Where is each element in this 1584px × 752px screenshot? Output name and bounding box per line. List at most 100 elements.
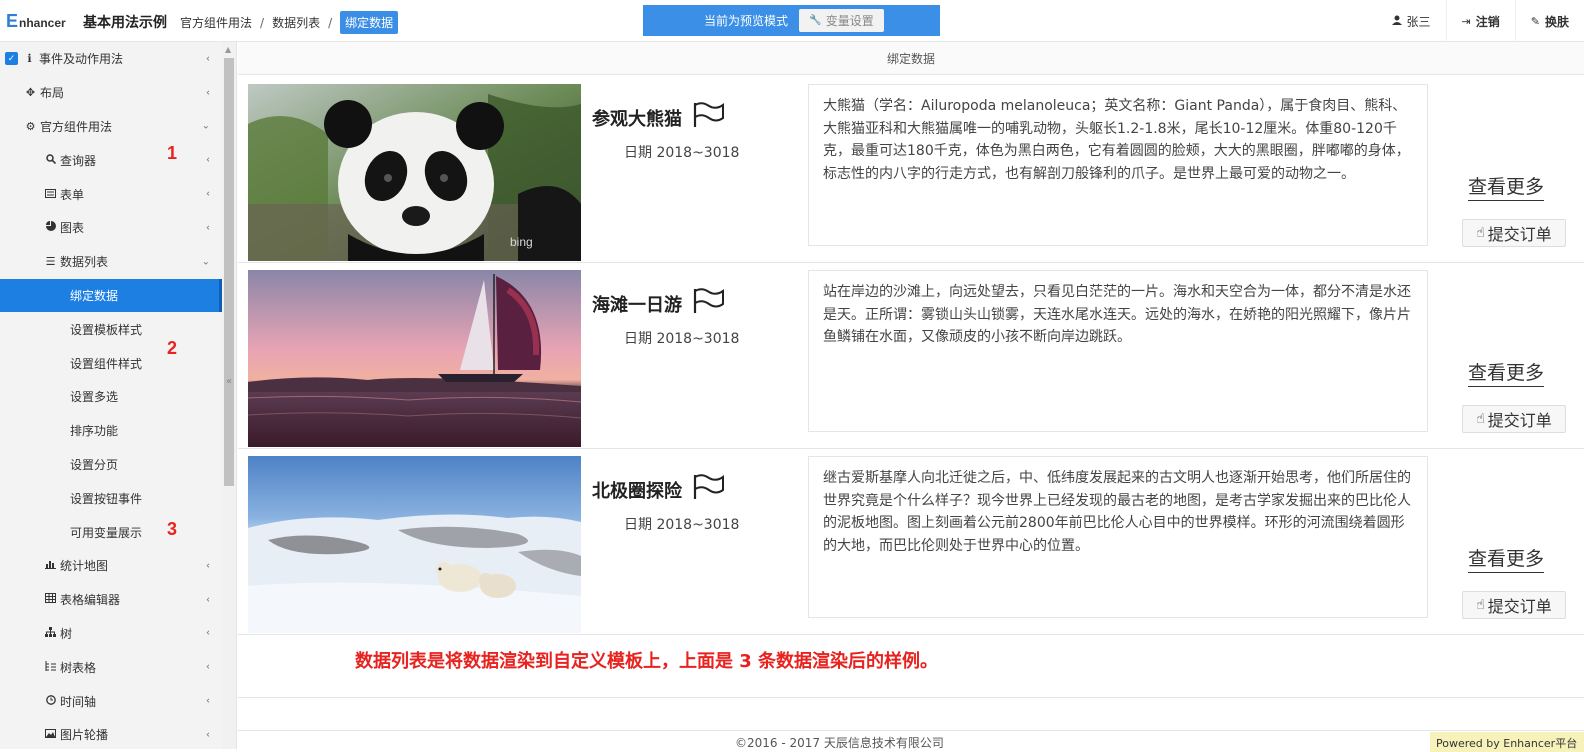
user-menu[interactable]: 张三 [1377,0,1446,42]
annotation-number: 3 [167,519,178,539]
sidebar-item-pagination[interactable]: 设置分页 [0,448,222,482]
sidebar-item-label: 统计地图 [60,559,109,574]
sidebar-item-label: 时间轴 [60,694,97,709]
item-date: 日期 2018~3018 [624,517,740,533]
variable-settings-label: 变量设置 [825,14,874,28]
sidebar-item-chart[interactable]: 图表 ‹ [0,211,222,245]
app-title: 基本用法示例 [83,15,167,31]
info-icon: ℹ [27,52,32,66]
arctic-image [248,456,581,633]
chevron-left-icon: ‹ [206,661,210,673]
item-title: 北极圈探险 [592,474,726,505]
scroll-up-icon[interactable]: ▲ [225,45,231,54]
scrollbar-thumb[interactable] [224,58,234,486]
sidebar-item-tree[interactable]: 树 ‹ [0,617,222,651]
collapse-sidebar-icon[interactable]: « [226,376,232,387]
sidebar-item-label: 数据列表 [60,255,109,270]
sidebar-scrollbar[interactable]: ▲ [222,42,237,749]
sidebar-item-variables[interactable]: 可用变量展示 [0,515,222,549]
tree-icon [44,626,57,640]
sidebar-item-bind-data[interactable]: 绑定数据 [0,278,222,313]
annotation-number: 2 [167,338,178,358]
logout-button[interactable]: ⇥ 注销 [1445,0,1515,42]
app-logo[interactable]: E nhancer [6,11,66,31]
sidebar-item-events[interactable]: ✓ ℹ 事件及动作用法 ‹ [0,42,222,76]
sidebar: ✓ ℹ 事件及动作用法 ‹ ✥ 布局 ‹ ⚙ 官方组件用法 ⌄ 查询器 ‹ 表单… [0,42,222,749]
sidebar-item-table-editor[interactable]: 表格编辑器 ‹ [0,583,222,617]
chevron-left-icon: ‹ [206,222,210,234]
logo-text: nhancer [19,16,66,30]
bar-chart-icon [44,559,57,572]
wrench-icon: 🔧 [809,15,822,26]
sidebar-item-form[interactable]: 表单 ‹ [0,177,222,211]
view-more-link[interactable]: 查看更多 [1468,172,1545,201]
powered-by-badge: Powered by Enhancer平台 [1430,732,1584,752]
preview-mode-bar: 当前为预览模式 🔧 变量设置 [643,5,940,36]
sidebar-item-label: 设置按钮事件 [70,491,143,506]
variable-settings-button[interactable]: 🔧 变量设置 [799,9,885,32]
tree-table-icon [44,660,57,674]
sidebar-item-label: 排序功能 [70,424,119,439]
chevron-left-icon: ‹ [206,87,210,99]
sidebar-item-label: 可用变量展示 [70,525,143,540]
sidebar-item-layout[interactable]: ✥ 布局 ‹ [0,76,222,110]
chevron-left-icon: ‹ [206,627,210,639]
logout-label: 注销 [1475,14,1500,29]
list-icon: ☰ [45,255,56,269]
sidebar-item-label: 绑定数据 [70,288,119,303]
submit-order-button[interactable]: ☝ 提交订单 [1462,405,1566,433]
form-icon [44,188,57,201]
view-more-link[interactable]: 查看更多 [1468,544,1545,573]
submit-order-label: 提交订单 [1487,597,1552,616]
sidebar-item-tree-table[interactable]: 树表格 ‹ [0,650,222,684]
sidebar-item-label: 表单 [60,187,85,202]
item-title: 参观大熊猫 [592,102,726,133]
sidebar-item-button-events[interactable]: 设置按钮事件 [0,481,222,515]
breadcrumb-item-datalist[interactable]: 数据列表 [272,14,320,31]
sidebar-item-label: 表格编辑器 [60,593,121,608]
sidebar-item-datalist[interactable]: ☰ 数据列表 ⌄ [0,245,222,279]
preview-mode-text: 当前为预览模式 [704,14,789,28]
header-actions: 张三 ⇥ 注销 ✎ 换肤 [1377,0,1584,42]
checkbox-icon[interactable]: ✓ [5,52,18,66]
sidebar-item-label: 设置多选 [70,390,119,405]
sidebar-item-timeline[interactable]: 时间轴 ‹ [0,684,222,718]
list-item: 海滩一日游 日期 2018~3018 站在岸边的沙滩上，向远处望去，只看见白茫茫… [238,262,1584,449]
breadcrumb-separator: / [260,15,265,30]
submit-order-button[interactable]: ☝ 提交订单 [1462,219,1566,247]
skin-label: 换肤 [1544,14,1569,29]
sidebar-item-query[interactable]: 查询器 ‹ [0,143,222,177]
sidebar-item-label: 设置分页 [70,457,119,472]
chevron-left-icon: ‹ [206,53,210,65]
flag-icon[interactable] [692,288,726,319]
flag-icon[interactable] [692,102,726,133]
divider [238,697,1584,698]
view-more-link[interactable]: 查看更多 [1468,358,1545,387]
sidebar-item-official-components[interactable]: ⚙ 官方组件用法 ⌄ [0,110,222,144]
item-title-text: 北极圈探险 [592,480,682,502]
sidebar-item-carousel[interactable]: 图片轮播 ‹ [0,718,222,749]
list-item: bing 参观大熊猫 日期 2018~3018 大熊猫（学名：Ailuropod… [238,76,1584,263]
hand-pointer-icon: ☝ [1476,225,1485,241]
sidebar-item-multiselect[interactable]: 设置多选 [0,380,222,414]
divider [238,730,1584,731]
copyright-text: ©2016 - 2017 天辰信息技术有限公司 [735,736,944,750]
submit-order-label: 提交订单 [1487,225,1552,244]
sidebar-item-stat-map[interactable]: 统计地图 ‹ [0,549,222,583]
list-item: 北极圈探险 日期 2018~3018 继古爱斯基摩人向北迁徙之后，中、低纬度发展… [238,448,1584,635]
breadcrumb-item-current: 绑定数据 [340,11,399,34]
user-icon [1391,15,1402,28]
item-title-text: 海滩一日游 [592,294,682,316]
skin-button[interactable]: ✎ 换肤 [1514,0,1584,42]
pie-icon [44,221,57,234]
submit-order-button[interactable]: ☝ 提交订单 [1462,591,1566,619]
breadcrumb-item-components[interactable]: 官方组件用法 [180,14,252,31]
chevron-left-icon: ‹ [206,729,210,741]
flag-icon[interactable] [692,474,726,505]
sidebar-item-template-style[interactable]: 设置模板样式 [0,312,222,346]
item-title: 海滩一日游 [592,288,726,319]
chevron-down-icon: ⌄ [201,256,210,268]
sidebar-item-component-style[interactable]: 设置组件样式 [0,346,222,380]
chevron-down-icon: ⌄ [201,120,210,132]
sidebar-item-sort[interactable]: 排序功能 [0,414,222,448]
